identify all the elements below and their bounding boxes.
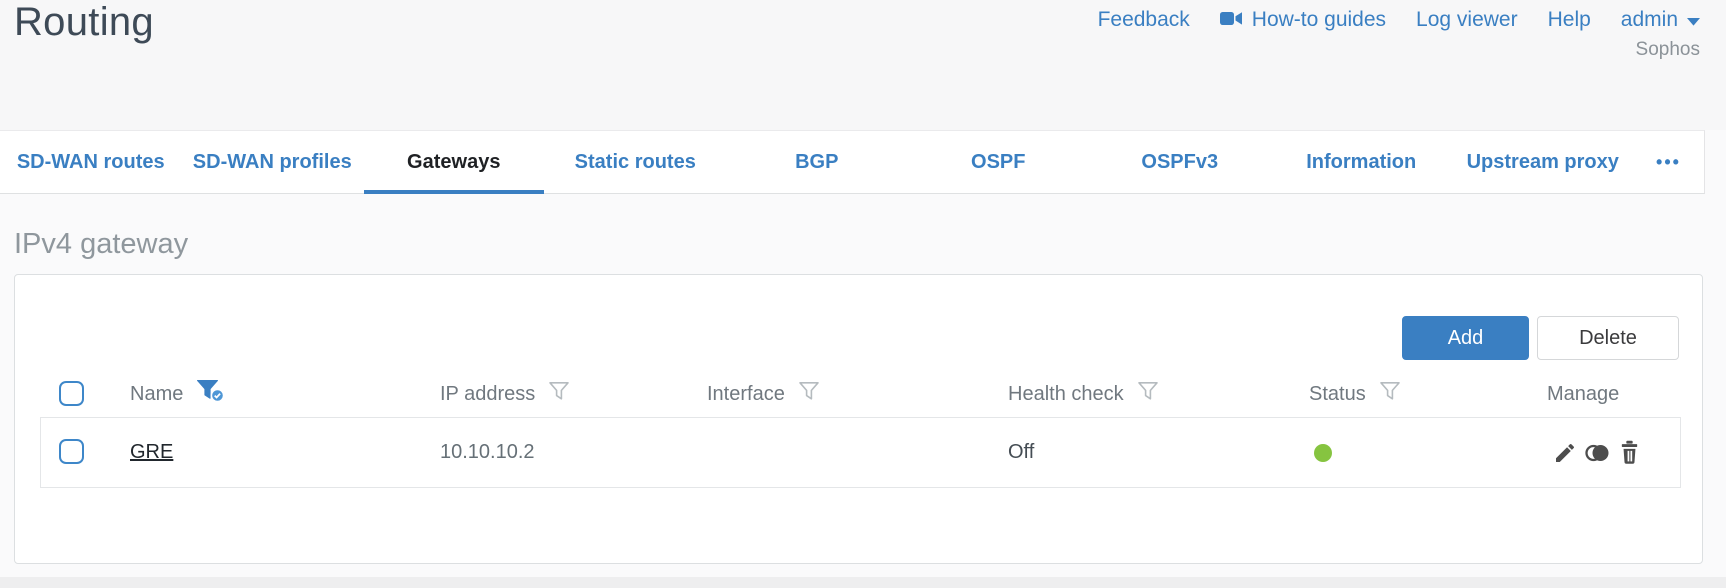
tab-ospfv3[interactable]: OSPFv3 <box>1089 131 1271 193</box>
manage-actions <box>1553 418 1641 487</box>
section-title: IPv4 gateway <box>14 228 189 260</box>
column-header-name[interactable]: Name <box>130 373 226 415</box>
tab-sd-wan-routes[interactable]: SD-WAN routes <box>0 131 182 193</box>
table-row: GRE 10.10.10.2 Off <box>41 418 1680 487</box>
tab-information[interactable]: Information <box>1271 131 1453 193</box>
tab-bar: SD-WAN routes SD-WAN profiles Gateways S… <box>0 130 1705 194</box>
column-label: IP address <box>440 382 536 405</box>
video-camera-icon <box>1219 8 1243 32</box>
column-label: Status <box>1309 382 1366 405</box>
howto-guides-label: How-to guides <box>1251 8 1387 31</box>
top-header: Routing Feedback How-to guides Log viewe… <box>0 0 1726 130</box>
health-check-cell: Off <box>1008 441 1035 463</box>
tab-ospf[interactable]: OSPF <box>908 131 1090 193</box>
chevron-down-icon <box>1687 8 1700 32</box>
column-label: Manage <box>1547 382 1620 405</box>
more-dots-icon: ••• <box>1656 151 1681 172</box>
tab-upstream-proxy[interactable]: Upstream proxy <box>1452 131 1634 193</box>
funnel-icon[interactable] <box>798 381 820 407</box>
delete-icon[interactable] <box>1618 440 1641 465</box>
add-button[interactable]: Add <box>1402 316 1529 360</box>
howto-guides-link[interactable]: How-to guides <box>1219 8 1387 32</box>
top-nav: Feedback How-to guides Log viewer Help a… <box>1098 8 1700 61</box>
delete-button[interactable]: Delete <box>1537 316 1679 360</box>
column-header-status[interactable]: Status <box>1309 373 1401 415</box>
column-label: Interface <box>707 382 785 405</box>
tab-bgp[interactable]: BGP <box>726 131 908 193</box>
tabs-overflow-button[interactable]: ••• <box>1634 131 1704 193</box>
funnel-icon[interactable] <box>548 381 570 407</box>
column-header-ip-address[interactable]: IP address <box>440 373 570 415</box>
toggle-status-icon[interactable] <box>1584 442 1611 464</box>
select-all-checkbox[interactable] <box>59 381 84 406</box>
table-header-row: Name IP address Interface Health check S… <box>15 373 1702 415</box>
brand-label: Sophos <box>1635 39 1700 60</box>
page-title: Routing <box>14 0 154 44</box>
column-label: Name <box>130 382 184 405</box>
column-header-health-check[interactable]: Health check <box>1008 373 1159 415</box>
tab-sd-wan-profiles[interactable]: SD-WAN profiles <box>182 131 364 193</box>
help-link[interactable]: Help <box>1548 8 1591 32</box>
gateway-name-link[interactable]: GRE <box>130 441 173 464</box>
feedback-link[interactable]: Feedback <box>1098 8 1190 32</box>
log-viewer-link[interactable]: Log viewer <box>1416 8 1518 32</box>
column-header-interface[interactable]: Interface <box>707 373 820 415</box>
table-actions: Add Delete <box>1402 316 1679 360</box>
funnel-icon[interactable] <box>1137 381 1159 407</box>
tab-gateways[interactable]: Gateways <box>363 131 545 194</box>
funnel-active-icon[interactable] <box>196 379 226 409</box>
page-bottom-strip <box>0 577 1726 588</box>
status-indicator <box>1314 444 1332 462</box>
admin-user-menu[interactable]: admin <box>1621 8 1700 32</box>
table-body: GRE 10.10.10.2 Off <box>40 417 1681 488</box>
funnel-icon[interactable] <box>1379 381 1401 407</box>
column-header-manage: Manage <box>1547 373 1619 415</box>
gateway-name-cell: GRE <box>130 418 173 487</box>
main-content: IPv4 gateway Add Delete Name IP address <box>0 228 1726 564</box>
column-label: Health check <box>1008 382 1124 405</box>
admin-label: admin <box>1620 8 1678 31</box>
tab-static-routes[interactable]: Static routes <box>545 131 727 193</box>
row-checkbox[interactable] <box>59 439 84 464</box>
edit-icon[interactable] <box>1553 441 1577 465</box>
ipv4-gateway-card: Add Delete Name IP address Interface Hea… <box>14 274 1703 564</box>
ip-address-cell: 10.10.10.2 <box>440 441 535 463</box>
